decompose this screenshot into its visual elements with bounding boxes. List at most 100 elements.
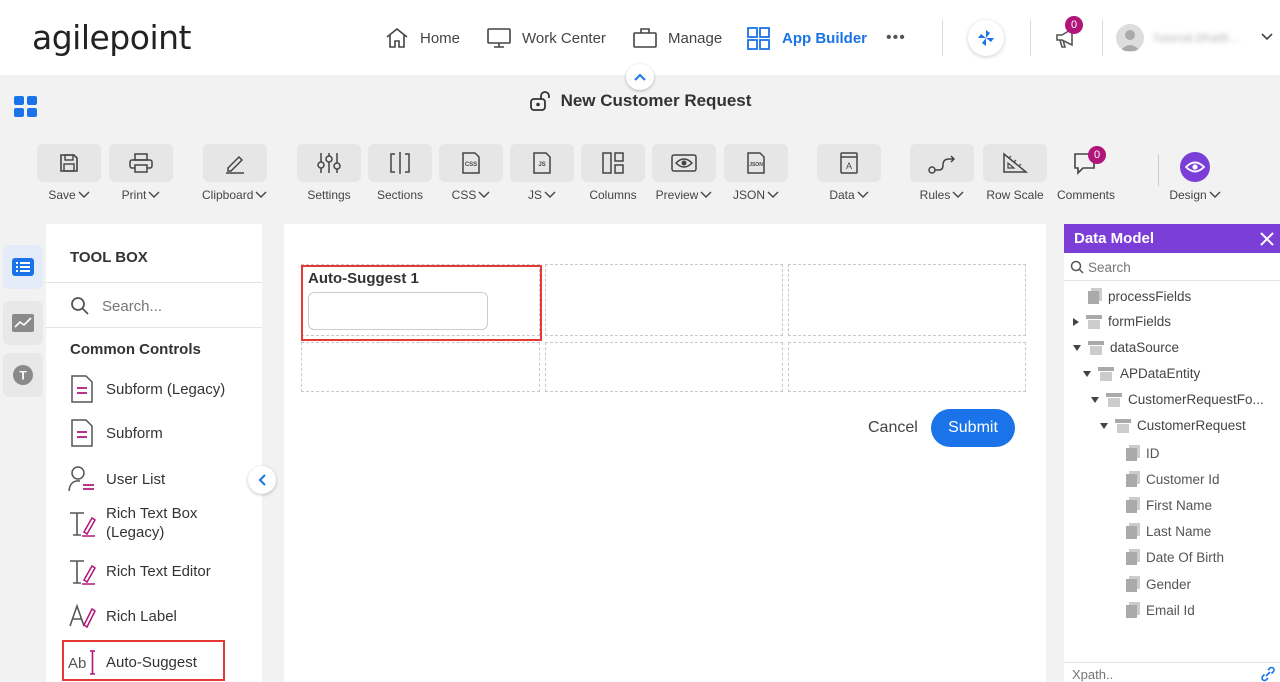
toolbox-item-rich-label[interactable]: Rich Label <box>68 601 177 631</box>
toolbar-design-button[interactable]: Design <box>1163 144 1227 202</box>
svg-text:CSS: CSS <box>465 162 477 168</box>
form-cell[interactable] <box>545 342 783 392</box>
toolbar-sections-button[interactable]: Sections <box>368 144 432 202</box>
close-icon[interactable] <box>1260 232 1274 246</box>
tree-node-label: First Name <box>1146 497 1213 513</box>
collapse-header-button[interactable] <box>626 64 654 90</box>
nav-work-center[interactable]: Work Center <box>486 25 606 51</box>
avatar[interactable] <box>1116 24 1144 52</box>
tree-node-customerrequestform[interactable]: CustomerRequestFo... <box>1090 392 1264 407</box>
tree-node-processfields[interactable]: processFields <box>1088 288 1191 304</box>
toolbar-json-button[interactable]: JSON JSON <box>724 144 788 202</box>
chevron-down-icon <box>1209 191 1221 199</box>
ai-assistant-button[interactable] <box>968 20 1004 56</box>
rich-label-icon <box>68 601 96 631</box>
more-menu-button[interactable]: ••• <box>886 25 906 51</box>
data-model-search-input[interactable] <box>1088 257 1268 277</box>
toolbar-print-button[interactable]: Print <box>109 144 173 202</box>
toolbar-comments-button[interactable]: 0 Comments <box>1054 144 1118 202</box>
page-title-container: New Customer Request <box>0 90 1280 117</box>
chevron-down-icon <box>952 191 964 199</box>
tree-node-label: CustomerRequest <box>1137 418 1246 433</box>
tree-node-gender[interactable]: Gender <box>1126 576 1191 592</box>
auto-suggest-input[interactable] <box>308 292 488 330</box>
tree-node-last-name[interactable]: Last Name <box>1126 523 1211 539</box>
tree-node-label: Customer Id <box>1146 471 1220 487</box>
sliders-icon <box>315 151 343 175</box>
nav-manage[interactable]: Manage <box>632 25 722 51</box>
data-icon: A <box>838 151 860 175</box>
toolbar-js-button[interactable]: JS JS <box>510 144 574 202</box>
agilepoint-logo[interactable]: agilepoint <box>32 18 191 57</box>
cancel-button[interactable]: Cancel <box>868 419 918 437</box>
form-cell[interactable] <box>788 342 1026 392</box>
data-model-search[interactable] <box>1064 253 1280 281</box>
toolbar-settings-button[interactable]: Settings <box>297 144 361 202</box>
chevron-down-icon <box>255 191 267 199</box>
toolbox-item-auto-suggest[interactable]: Ab Auto-Suggest <box>68 647 197 677</box>
toolbar-data-button[interactable]: A Data <box>817 144 881 202</box>
list-icon <box>12 258 34 276</box>
svg-text:JS: JS <box>538 162 545 168</box>
toolbar-css-button[interactable]: CSS CSS <box>439 144 503 202</box>
nav-app-builder[interactable]: App Builder <box>746 25 867 51</box>
toolbar-columns-button[interactable]: Columns <box>581 144 645 202</box>
form-cell[interactable] <box>788 264 1026 336</box>
tree-node-label: ID <box>1146 445 1160 461</box>
toolbox-item-subform-legacy[interactable]: Subform (Legacy) <box>68 374 225 404</box>
tree-node-date-of-birth[interactable]: Date Of Birth <box>1126 549 1224 565</box>
toolbox-item-subform[interactable]: Subform <box>68 418 163 448</box>
xpath-input[interactable] <box>1072 666 1252 682</box>
toolbar-data-label: Data <box>829 188 855 202</box>
unlock-icon[interactable] <box>529 90 553 112</box>
form-cell[interactable] <box>301 342 540 392</box>
tree-node-customer-id[interactable]: Customer Id <box>1126 471 1220 487</box>
chevron-left-icon <box>257 473 267 487</box>
toolbar-comments-label: Comments <box>1056 188 1115 202</box>
nav-home[interactable]: Home <box>384 25 460 51</box>
field-icon <box>1126 445 1140 461</box>
field-icon <box>1126 549 1140 565</box>
tree-node-apdataentity[interactable]: APDataEntity <box>1082 366 1200 381</box>
toolbox-search[interactable] <box>46 282 262 328</box>
printer-icon <box>128 152 154 174</box>
user-menu-chevron-icon[interactable] <box>1260 32 1274 42</box>
toolbar-rules-button[interactable]: Rules <box>910 144 974 202</box>
text-circle-icon: T <box>12 364 34 386</box>
collapse-toolbox-button[interactable] <box>248 466 276 494</box>
tree-node-customerrequest[interactable]: CustomerRequest <box>1099 418 1246 433</box>
chart-icon <box>12 314 34 332</box>
search-icon <box>70 296 90 316</box>
toolbar-row-scale-button[interactable]: Row Scale <box>983 144 1047 202</box>
nav-divider <box>1030 20 1031 56</box>
toolbox-item-rich-text-box-legacy[interactable]: Rich Text Box (Legacy) <box>68 504 197 542</box>
rail-charts-button[interactable] <box>3 301 43 345</box>
link-icon[interactable] <box>1260 666 1276 682</box>
field-icon <box>1126 523 1140 539</box>
rail-toolbox-button[interactable] <box>3 245 43 289</box>
toolbox-item-rich-text-editor[interactable]: Rich Text Editor <box>68 556 211 586</box>
design-eye-icon <box>1180 152 1210 182</box>
svg-text:JSON: JSON <box>749 162 763 168</box>
caret-down-icon <box>1090 396 1100 404</box>
announcements-button[interactable]: 0 <box>1054 16 1083 50</box>
user-name[interactable]: hasnat.bhatti... <box>1154 30 1239 45</box>
toolbar-clipboard-button[interactable]: Clipboard <box>202 144 267 202</box>
tree-node-formfields[interactable]: formFields <box>1072 314 1171 329</box>
caret-down-icon <box>1082 370 1092 378</box>
form-cell[interactable] <box>545 264 783 336</box>
toolbar-save-button[interactable]: Save <box>37 144 101 202</box>
tree-node-datasource[interactable]: dataSource <box>1072 340 1179 355</box>
toolbar-rules-label: Rules <box>919 188 951 202</box>
toolbox-search-input[interactable] <box>102 294 242 318</box>
tree-node-email-id[interactable]: Email Id <box>1126 602 1195 618</box>
toolbar-js-label: JS <box>527 188 542 202</box>
rules-icon <box>927 151 957 175</box>
tree-node-id[interactable]: ID <box>1126 445 1160 461</box>
toolbox-item-user-list[interactable]: User List <box>68 464 165 494</box>
rail-theme-button[interactable]: T <box>3 353 43 397</box>
submit-button[interactable]: Submit <box>931 409 1015 447</box>
svg-text:A: A <box>846 161 852 171</box>
toolbar-preview-button[interactable]: Preview <box>652 144 716 202</box>
tree-node-first-name[interactable]: First Name <box>1126 497 1212 513</box>
